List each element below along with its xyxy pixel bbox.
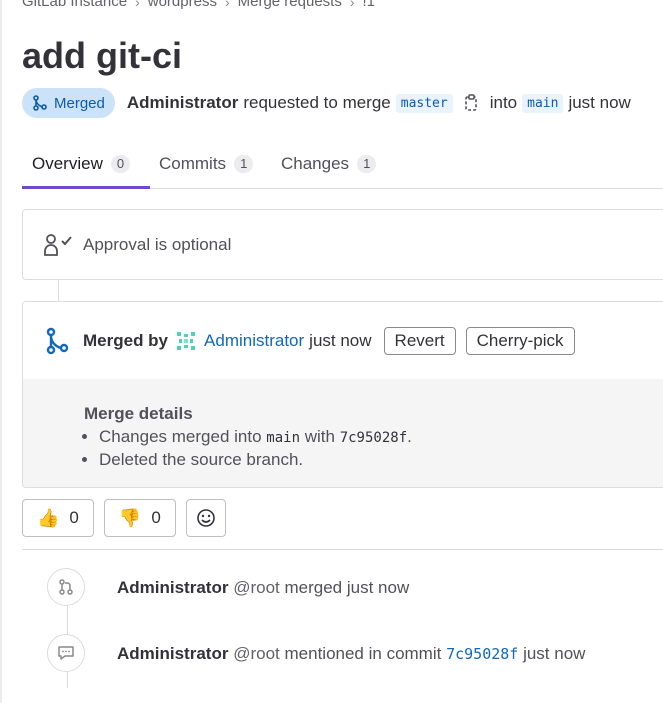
merged-by-user-link[interactable]: Administrator xyxy=(204,331,304,351)
smiley-icon xyxy=(196,508,216,528)
tab-count: 1 xyxy=(357,154,377,173)
activity-divider xyxy=(22,549,663,550)
tab-changes[interactable]: Changes 1 xyxy=(271,140,386,187)
widget-connector xyxy=(58,280,59,302)
add-reaction-button[interactable] xyxy=(185,499,226,537)
merge-request-tabs: Overview 0 Commits 1 Changes 1 xyxy=(22,140,663,189)
chevron-right-icon: › xyxy=(135,0,140,10)
merge-line-prefix: Changes merged into xyxy=(99,427,262,446)
thumbs-up-count: 0 xyxy=(69,508,79,527)
merged-time: just now xyxy=(309,330,372,350)
merge-icon xyxy=(45,327,69,355)
activity-text: merged just now xyxy=(284,578,410,597)
tab-overview[interactable]: Overview 0 xyxy=(22,140,150,189)
activity-author[interactable]: Administrator xyxy=(117,578,228,597)
award-emoji-bar: 👍 0 👎 0 xyxy=(22,499,226,537)
into-text: into xyxy=(489,93,518,112)
activity-handle[interactable]: @root xyxy=(233,578,280,597)
breadcrumb: GitLab Instance › wordpress › Merge requ… xyxy=(22,0,375,10)
activity-item: Administrator @root merged just now xyxy=(117,578,409,598)
list-item: Deleted the source branch. xyxy=(99,449,412,471)
thumbs-up-icon: 👍 xyxy=(37,507,60,528)
activity-time: just now xyxy=(523,644,586,663)
merged-by-label: Merged by xyxy=(83,330,169,350)
thumbs-down-count: 0 xyxy=(151,508,161,527)
chevron-right-icon: › xyxy=(224,0,230,10)
merge-details-title: Merge details xyxy=(84,404,193,423)
breadcrumb-item-mr[interactable]: !1 xyxy=(363,0,376,10)
cherry-pick-button[interactable]: Cherry-pick xyxy=(465,326,575,355)
approval-icon xyxy=(43,233,75,257)
merge-line-with: with xyxy=(304,427,335,446)
status-badge: Merged xyxy=(22,88,115,118)
merge-line-suffix: . xyxy=(407,427,412,446)
tab-count: 0 xyxy=(110,154,131,173)
thumbs-up-button[interactable]: 👍 0 xyxy=(22,499,94,537)
approval-text: Approval is optional xyxy=(83,234,232,254)
breadcrumb-item-merge-requests[interactable]: Merge requests xyxy=(238,0,342,10)
activity-text: mentioned in commit xyxy=(284,644,442,663)
copy-branch-icon[interactable] xyxy=(462,92,482,114)
activity-item: Administrator @root mentioned in commit … xyxy=(117,644,585,664)
tab-label: Commits xyxy=(159,153,227,173)
status-badge-label: Merged xyxy=(54,94,105,112)
requested-text: requested to merge xyxy=(243,93,391,112)
merge-request-meta: Merged Administrator requested to merge … xyxy=(22,88,631,118)
revert-button[interactable]: Revert xyxy=(383,326,456,355)
avatar[interactable] xyxy=(176,331,196,351)
merged-target-branch: main xyxy=(266,430,300,446)
activity-handle[interactable]: @root xyxy=(233,644,280,663)
tab-count: 1 xyxy=(234,154,254,173)
merged-widget: Merged by Administrator just now Revert … xyxy=(22,301,663,488)
tab-label: Changes xyxy=(281,153,350,173)
merge-icon xyxy=(32,95,48,111)
commit-link[interactable]: 7c95028f xyxy=(446,645,518,663)
comment-icon xyxy=(47,634,85,672)
tab-label: Overview xyxy=(32,153,103,173)
git-merge-icon xyxy=(47,568,85,606)
target-branch[interactable]: main xyxy=(522,93,564,113)
list-item: Changes merged into main with 7c95028f. xyxy=(99,426,412,449)
merge-details-list: Changes merged into main with 7c95028f. … xyxy=(84,426,412,471)
breadcrumb-item-project[interactable]: wordpress xyxy=(148,0,217,10)
merge-details: Merge details Changes merged into main w… xyxy=(23,379,663,487)
breadcrumb-item-instance[interactable]: GitLab Instance xyxy=(22,0,127,10)
chevron-right-icon: › xyxy=(349,0,355,10)
status-time: just now xyxy=(568,93,631,112)
page-left-border xyxy=(0,0,2,703)
page-title: add git-ci xyxy=(22,35,182,76)
source-branch[interactable]: master xyxy=(395,93,453,113)
activity-author[interactable]: Administrator xyxy=(117,644,228,663)
thumbs-down-button[interactable]: 👎 0 xyxy=(103,499,176,537)
approval-widget: Approval is optional xyxy=(22,209,663,280)
merged-widget-header: Merged by Administrator just now Revert … xyxy=(23,302,663,380)
thumbs-down-icon: 👎 xyxy=(118,507,142,528)
author-name[interactable]: Administrator xyxy=(127,93,238,113)
merge-commit-sha[interactable]: 7c95028f xyxy=(340,430,407,446)
tab-commits[interactable]: Commits 1 xyxy=(149,140,263,187)
